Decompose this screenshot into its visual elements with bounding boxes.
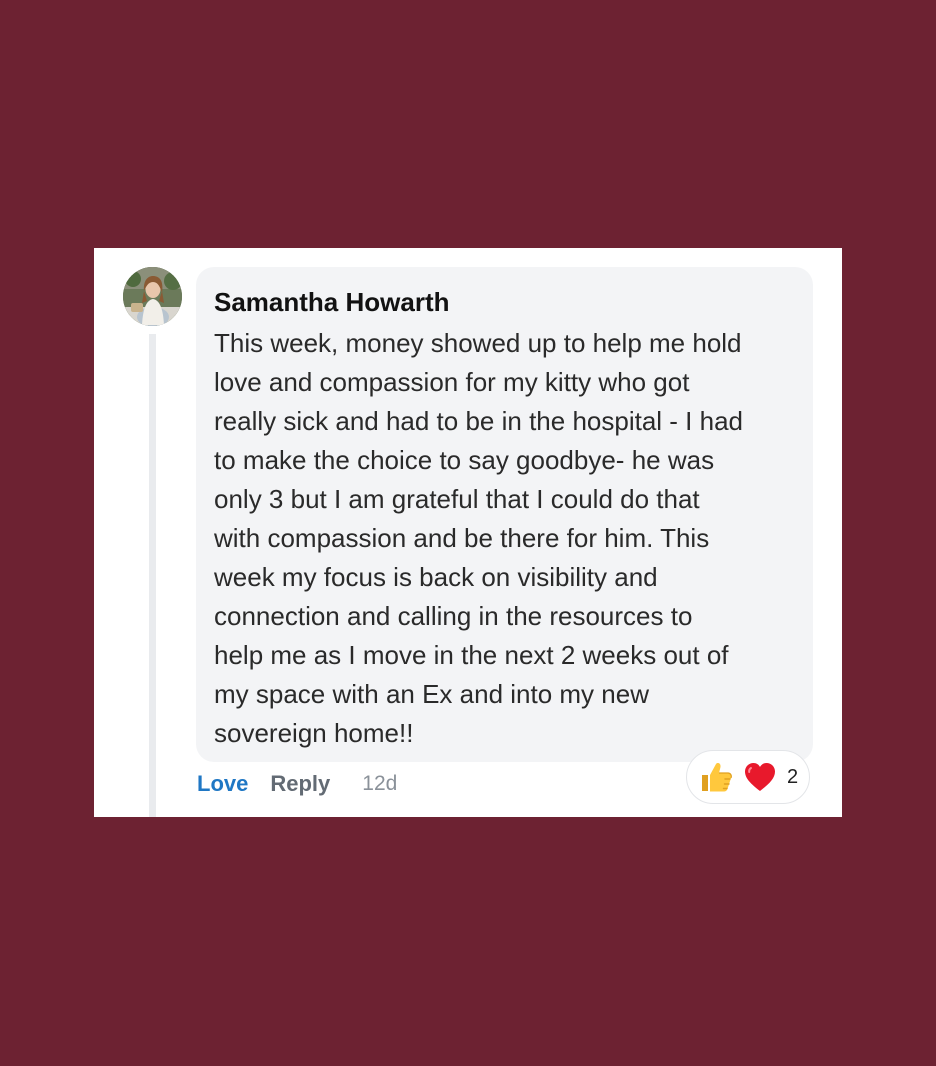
reaction-count: 2 xyxy=(787,765,799,788)
comment-text: This week, money showed up to help me ho… xyxy=(214,328,743,748)
comment-bubble: Samantha Howarth This week, money showed… xyxy=(196,267,813,762)
reply-button[interactable]: Reply xyxy=(270,771,330,797)
comment-card: Samantha Howarth This week, money showed… xyxy=(94,248,842,817)
avatar-photo xyxy=(123,267,182,326)
love-button[interactable]: Love xyxy=(197,771,248,797)
thread-line xyxy=(149,334,156,817)
heart-icon xyxy=(742,759,778,795)
timestamp[interactable]: 12d xyxy=(362,772,397,796)
author-name[interactable]: Samantha Howarth xyxy=(214,286,795,318)
reactions-summary[interactable]: 2 xyxy=(686,750,810,804)
thumbs-up-icon xyxy=(698,759,734,795)
comment-actions: Love Reply 12d xyxy=(197,768,397,800)
avatar[interactable] xyxy=(123,267,182,326)
